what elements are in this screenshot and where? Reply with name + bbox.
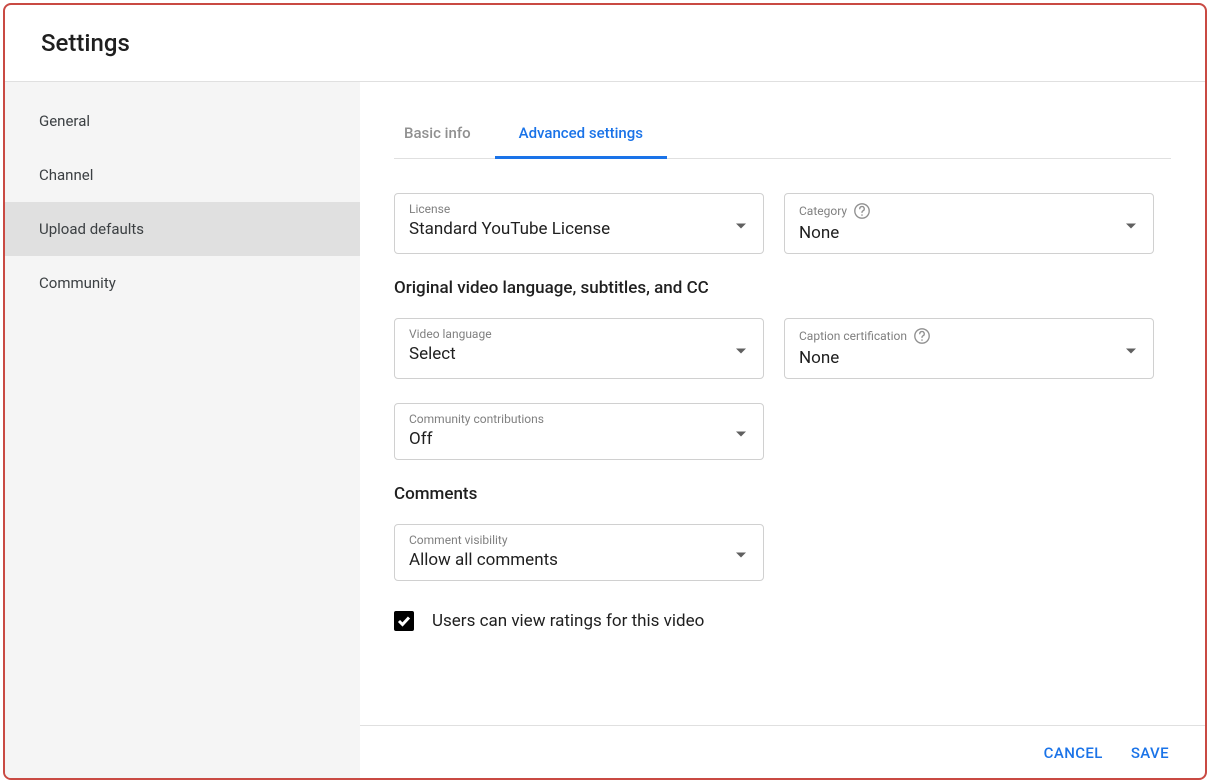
chevron-down-icon <box>1125 214 1137 233</box>
ratings-checkbox-row: Users can view ratings for this video <box>394 611 1171 631</box>
video-language-select[interactable]: Video language Select <box>394 318 764 379</box>
dialog-title: Settings <box>41 29 1173 57</box>
chevron-down-icon <box>735 543 747 562</box>
chevron-down-icon <box>1125 339 1137 358</box>
comment-visibility-select[interactable]: Comment visibility Allow all comments <box>394 524 764 581</box>
community-contrib-label: Community contributions <box>409 412 749 426</box>
ratings-checkbox[interactable] <box>394 611 414 631</box>
tab-basic-info[interactable]: Basic info <box>394 110 495 158</box>
video-language-value: Select <box>409 344 749 364</box>
dialog-header: Settings <box>5 5 1205 82</box>
category-select[interactable]: Category None <box>784 193 1154 254</box>
comment-visibility-label: Comment visibility <box>409 533 749 547</box>
sidebar-item-channel[interactable]: Channel <box>5 148 360 202</box>
comment-visibility-value: Allow all comments <box>409 550 749 570</box>
settings-content[interactable]: Basic info Advanced settings License Sta… <box>360 82 1205 725</box>
row-community-contrib: Community contributions Off <box>394 403 1171 460</box>
settings-sidebar: General Channel Upload defaults Communit… <box>5 82 360 778</box>
tab-bar: Basic info Advanced settings <box>394 82 1171 159</box>
dialog-footer: CANCEL SAVE <box>360 725 1205 778</box>
sidebar-item-upload-defaults[interactable]: Upload defaults <box>5 202 360 256</box>
license-value: Standard YouTube License <box>409 219 749 239</box>
chevron-down-icon <box>735 422 747 441</box>
section-comments-heading: Comments <box>394 484 1171 504</box>
tab-advanced-settings[interactable]: Advanced settings <box>495 110 667 158</box>
license-select[interactable]: License Standard YouTube License <box>394 193 764 254</box>
row-comment-visibility: Comment visibility Allow all comments <box>394 524 1171 581</box>
chevron-down-icon <box>735 339 747 358</box>
caption-cert-label: Caption certification <box>799 327 1139 345</box>
ratings-checkbox-label: Users can view ratings for this video <box>432 611 704 631</box>
category-value: None <box>799 223 1139 243</box>
help-icon[interactable] <box>913 327 931 345</box>
row-language-caption: Video language Select Caption certificat… <box>394 318 1171 379</box>
sidebar-item-community[interactable]: Community <box>5 256 360 310</box>
settings-dialog: Settings General Channel Upload defaults… <box>3 3 1207 780</box>
content-wrap: Basic info Advanced settings License Sta… <box>360 82 1205 778</box>
row-license-category: License Standard YouTube License Categor… <box>394 193 1171 254</box>
community-contrib-select[interactable]: Community contributions Off <box>394 403 764 460</box>
cancel-button[interactable]: CANCEL <box>1044 744 1103 762</box>
dialog-body: General Channel Upload defaults Communit… <box>5 82 1205 778</box>
caption-cert-select[interactable]: Caption certification None <box>784 318 1154 379</box>
license-label: License <box>409 202 749 216</box>
category-label: Category <box>799 202 1139 220</box>
caption-cert-value: None <box>799 348 1139 368</box>
section-language-heading: Original video language, subtitles, and … <box>394 278 1171 298</box>
video-language-label: Video language <box>409 327 749 341</box>
sidebar-item-general[interactable]: General <box>5 94 360 148</box>
community-contrib-value: Off <box>409 429 749 449</box>
chevron-down-icon <box>735 214 747 233</box>
save-button[interactable]: SAVE <box>1131 744 1169 762</box>
help-icon[interactable] <box>853 202 871 220</box>
